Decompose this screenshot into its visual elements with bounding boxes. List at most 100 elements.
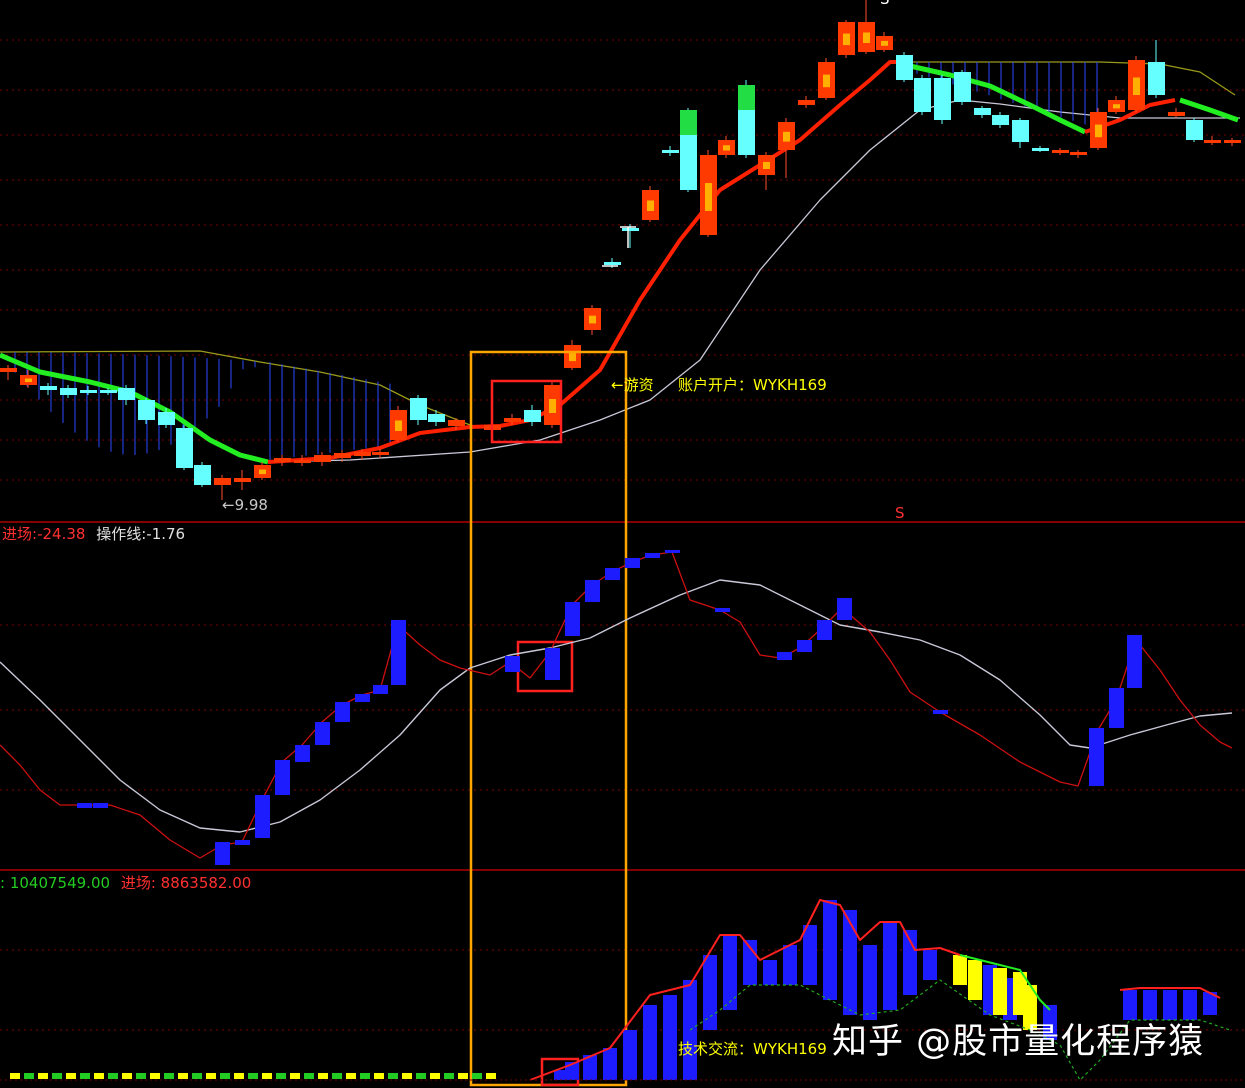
volume-bar [703,955,717,1030]
candle-gradient [863,32,870,43]
candle-body [372,452,389,455]
stock-chart-canvas[interactable] [0,0,1245,1088]
oscillator-bar [235,840,250,845]
fast-ma-red [267,60,905,464]
candle-body [524,410,541,422]
oscillator-bar [565,602,580,636]
candle-body [504,418,521,422]
zhihu-watermark: 知乎 @股市量化程序猿 [832,1022,1205,1062]
volume-baseline-bar [276,1073,286,1079]
candle-body [80,390,97,393]
entry-line [0,551,1233,859]
candle-body [0,368,17,372]
oscillator-bar [817,620,832,640]
candle-body [448,420,465,426]
candle-gradient [881,40,888,46]
candle-gradient [549,399,556,413]
volume-bar [783,945,797,985]
volume-baseline-bar [108,1073,118,1079]
volume-bar [923,950,937,980]
volume-bar [803,925,817,985]
volume-baseline-bar [206,1073,216,1079]
volume-baseline-bar [332,1073,342,1079]
candle-gradient [259,469,266,475]
oscillator-bar [315,722,330,745]
vol-legend: : 10407549.00 进场: 8863582.00 [0,874,251,892]
volume-baseline-bar [136,1073,146,1079]
oscillator-bar [505,656,520,672]
volume-baseline-bar [178,1073,188,1079]
osc-entry-value: :-24.38 [32,525,86,543]
volume-bar [723,935,737,1010]
candle-body [314,455,331,462]
candle-gradient [843,33,850,46]
volume-bar-yellow [953,955,967,985]
candle-body [1204,140,1221,143]
candle-gradient [25,378,32,382]
volume-bar [843,910,857,1015]
candle-body [1224,140,1241,143]
volume-baseline-bar [458,1073,468,1079]
oscillator-bar [777,652,792,660]
oscillator-bar [837,598,852,620]
candle-body [1052,150,1069,153]
volume-baseline-bar [52,1073,62,1079]
candle-body [1148,62,1165,95]
volume-baseline-bar [304,1073,314,1079]
candle-body [1168,112,1185,116]
candle-gradient [647,200,654,211]
oscillator-bar [93,803,108,808]
candle-body [914,78,931,112]
oscillator-bar [1127,635,1142,688]
highlight-box-orange [469,350,628,1087]
volume-baseline-bar [164,1073,174,1079]
oscillator-bar [335,702,350,722]
volume-bar [863,945,877,1020]
sell-signal-marker-top: S [880,0,890,8]
volume-bar [623,1030,637,1080]
candle-body [896,55,913,80]
tech-exchange-label: 技术交流：WYKH169 [678,1040,827,1058]
volume-bar [603,1048,617,1080]
candle-body [662,150,679,153]
candle-body [60,388,77,395]
volume-baseline-bar [24,1073,34,1079]
volume-bar [883,922,897,1010]
volume-baseline-bar [80,1073,90,1079]
sell-signal-marker: S [895,504,905,522]
volume-baseline-bar [430,1073,440,1079]
candle-gradient [763,162,770,169]
low-price-marker: ←9.98 [222,496,268,514]
oscillator-bar [1089,728,1104,786]
candle-body [334,453,351,458]
volume-baseline-bar [402,1073,412,1079]
candle-body [176,428,193,468]
candle-body [1186,120,1203,140]
candle-body [118,388,135,400]
candle-body [100,390,117,393]
volume-bar [643,1005,657,1080]
volume-baseline-bar [234,1073,244,1079]
oscillator-bar [255,795,270,838]
volume-baseline-bar [248,1073,258,1079]
volume-baseline-bar [444,1073,454,1079]
oscillator-bar [545,648,560,680]
candle-body [194,465,211,485]
oscillator-bar [585,580,600,602]
volume-baseline-bar [150,1073,160,1079]
volume-bar [663,995,677,1080]
volume-baseline-bar [192,1073,202,1079]
volume-baseline-bar [346,1073,356,1079]
volume-baseline-bar [416,1073,426,1079]
volume-baseline-bar [472,1073,482,1079]
volume-baseline-bar [290,1073,300,1079]
volume-baseline-bar [374,1073,384,1079]
candle-body-green [680,110,697,135]
volume-baseline-bar [360,1073,370,1079]
candle-body [1012,120,1029,142]
vol-first-value: : 10407549.00 [0,874,111,892]
volume-baseline-bar [220,1073,230,1079]
candle-gradient [823,74,830,88]
oscillator-bar [665,550,680,553]
candle-gradient [395,420,402,431]
